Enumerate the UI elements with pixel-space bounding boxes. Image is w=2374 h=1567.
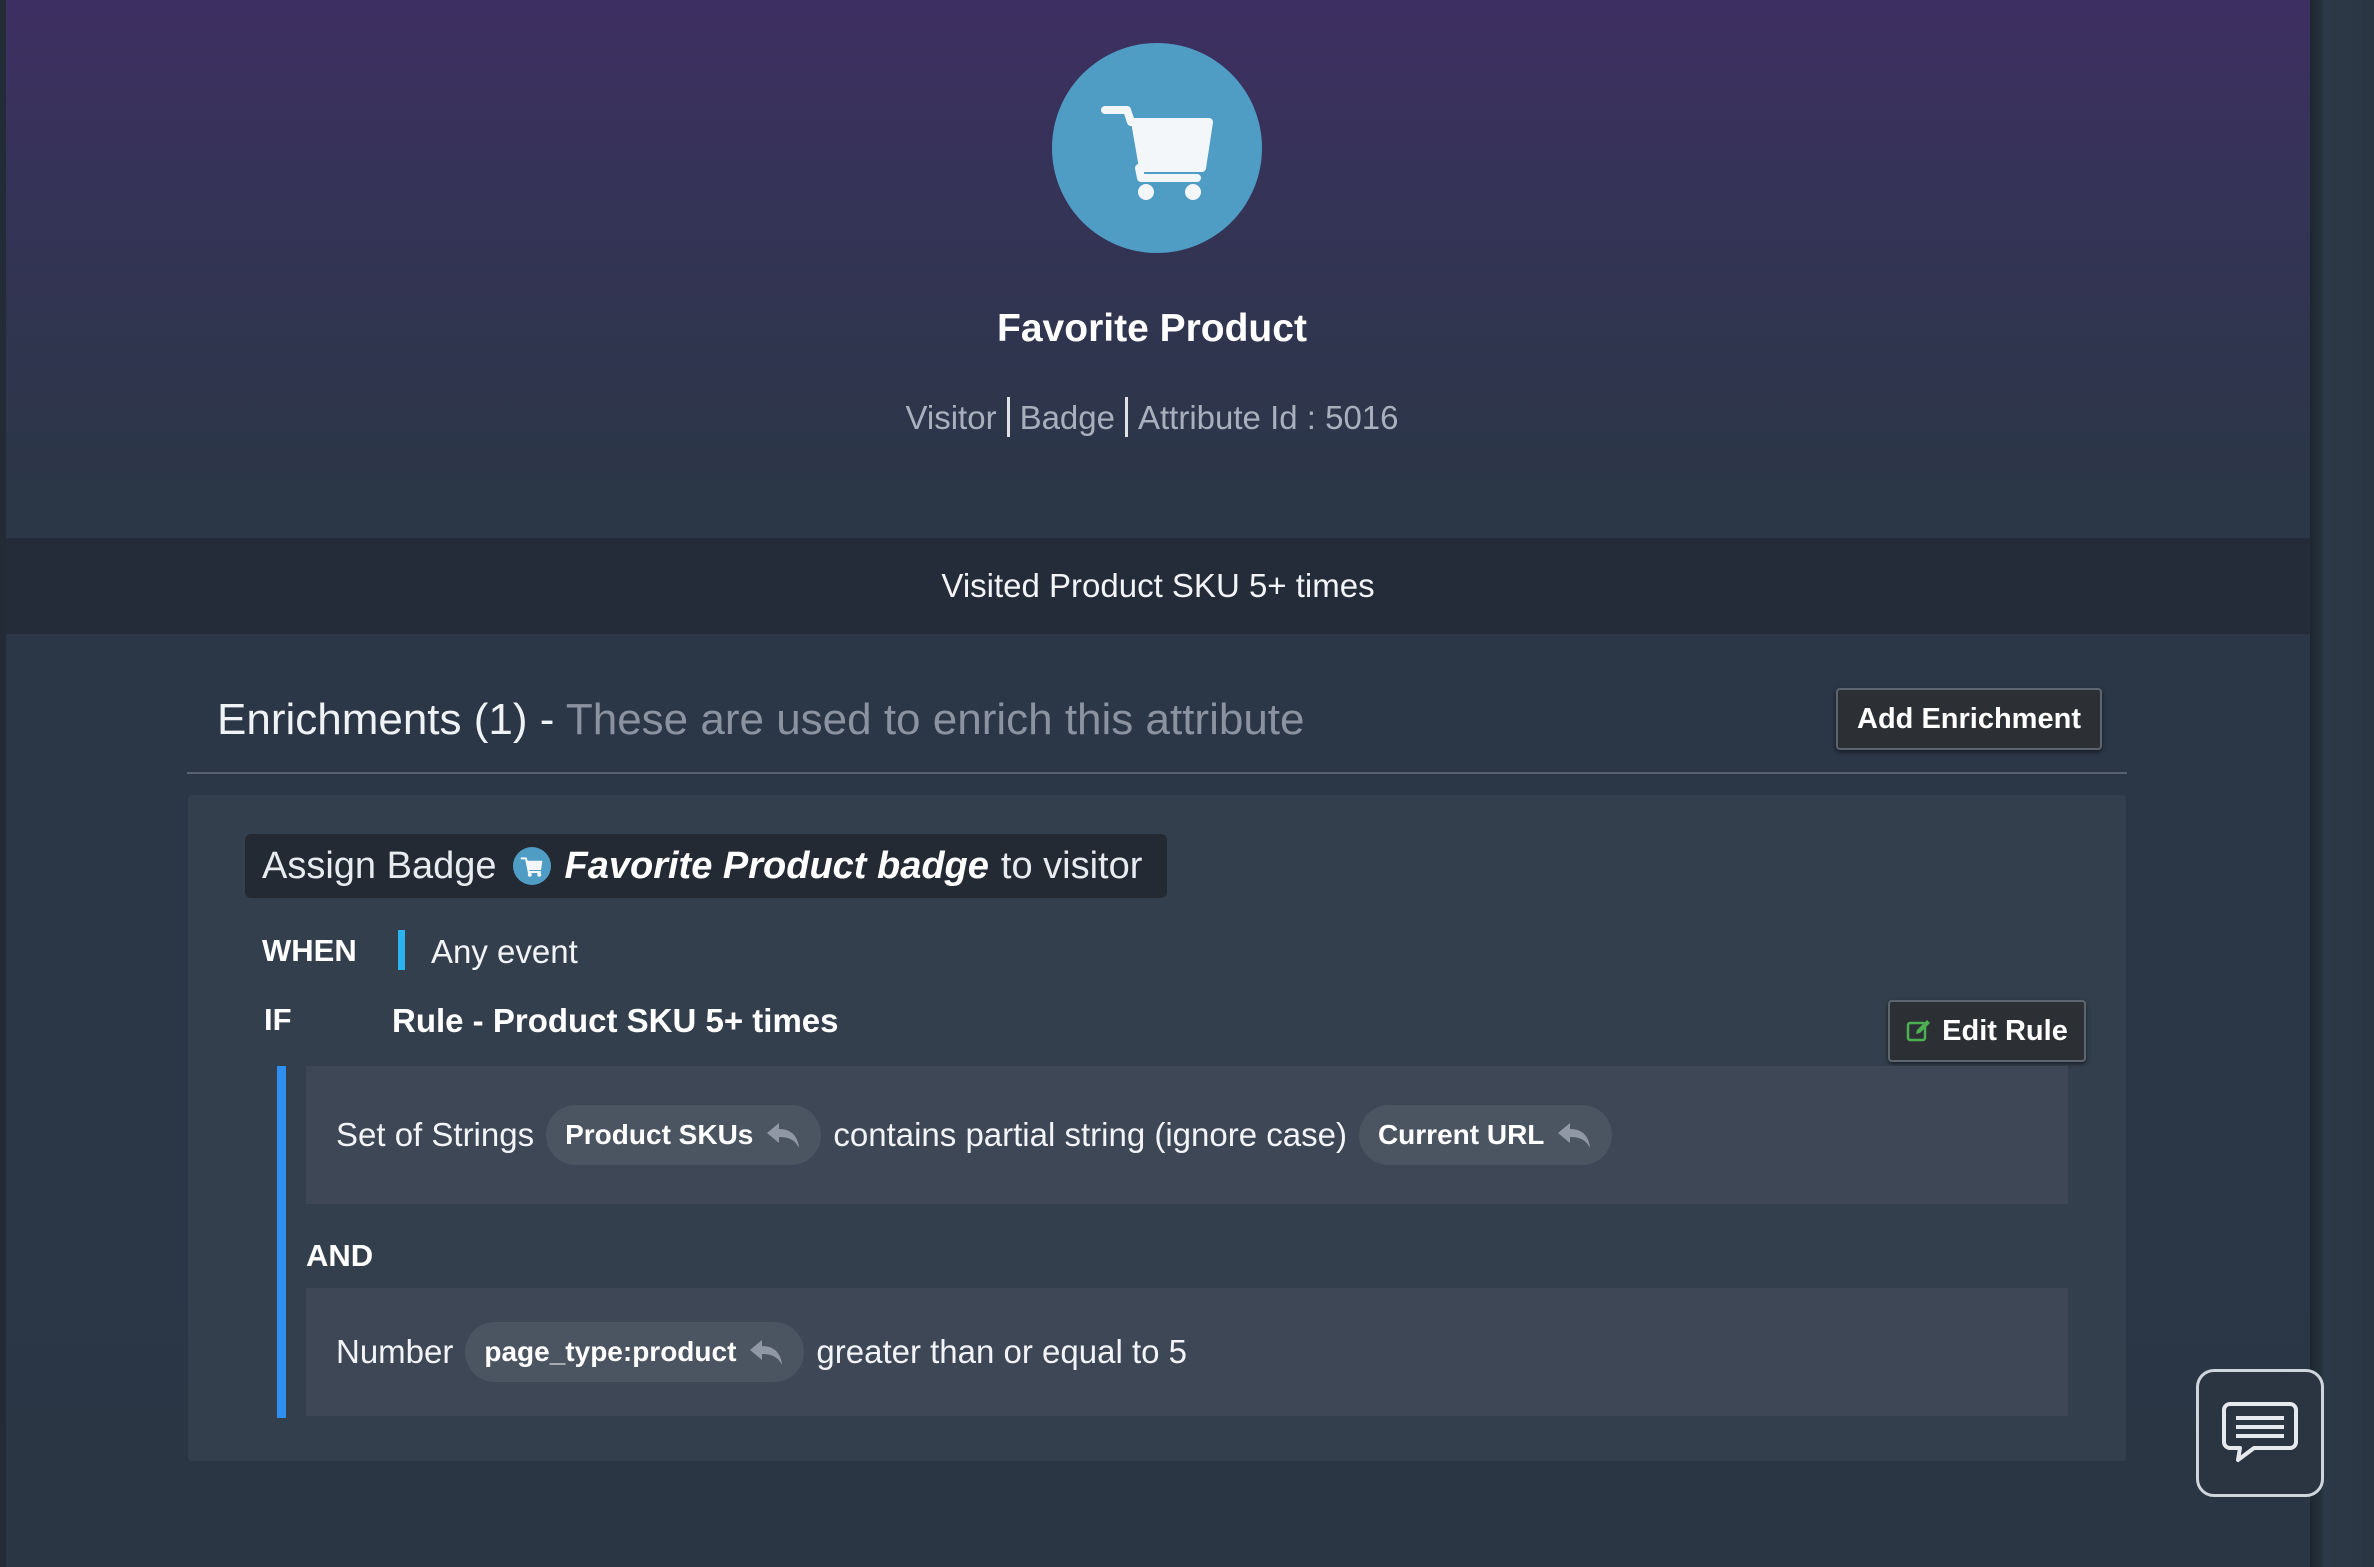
reply-arrow-icon xyxy=(750,1340,783,1365)
attribute-scope: Visitor xyxy=(905,399,997,436)
assign-badge-action: Assign Badge Favorite Product badge to v… xyxy=(245,834,1167,898)
edit-rule-button[interactable]: Edit Rule xyxy=(1888,1000,2086,1062)
if-label: IF xyxy=(264,1002,292,1037)
section-divider xyxy=(187,772,2127,774)
shopping-cart-icon xyxy=(512,847,551,885)
meta-separator xyxy=(1125,397,1128,437)
action-prefix: Assign Badge xyxy=(262,844,497,887)
attribute-kind: Badge xyxy=(1019,399,1115,436)
condition-operator: contains partial string (ignore case) xyxy=(833,1116,1347,1153)
when-value: Any event xyxy=(431,933,578,970)
when-label: WHEN xyxy=(262,933,357,968)
operand-chip[interactable]: Current URL xyxy=(1358,1105,1613,1165)
action-suffix: to visitor xyxy=(1000,844,1143,887)
edit-icon xyxy=(1906,1020,1931,1042)
chip-label: Product SKUs xyxy=(565,1119,754,1150)
condition-row: Set of Strings Product SKUs contains par… xyxy=(306,1066,2068,1204)
badge-name: Favorite Product badge xyxy=(564,844,989,887)
shopping-cart-icon xyxy=(1101,106,1213,200)
attribute-header: Favorite Product Visitor Badge Attribute I… xyxy=(0,0,2304,538)
attribute-badge xyxy=(1052,43,1262,253)
attribute-description: Visited Product SKU 5+ times xyxy=(6,538,2310,634)
condition-row: Number page_type:product greater than or… xyxy=(306,1288,2068,1416)
attribute-meta: Visitor Badge Attribute Id : 5016 xyxy=(0,397,2304,437)
chat-bubble-icon xyxy=(2222,1402,2298,1462)
and-connector: AND xyxy=(306,1238,374,1273)
operand-chip[interactable]: page_type:product xyxy=(465,1322,805,1382)
reply-arrow-icon xyxy=(767,1123,800,1148)
operand-chip[interactable]: Product SKUs xyxy=(546,1105,822,1165)
condition-operator: greater than or equal to 5 xyxy=(816,1333,1187,1370)
add-enrichment-button[interactable]: Add Enrichment xyxy=(1836,688,2102,750)
meta-separator xyxy=(1006,397,1010,437)
conditions-accent-bar xyxy=(277,1066,286,1418)
operand-type: Set of Strings xyxy=(336,1116,535,1153)
attribute-id: Attribute Id : 5016 xyxy=(1138,399,1399,436)
enrichments-heading: Enrichments (1) - These are used to enri… xyxy=(217,695,1305,745)
reply-arrow-icon xyxy=(1558,1123,1591,1148)
attribute-title: Favorite Product xyxy=(997,307,1307,350)
edit-rule-label: Edit Rule xyxy=(1942,1014,2068,1047)
chat-button[interactable] xyxy=(2196,1369,2324,1497)
right-scrollbar-rail[interactable] xyxy=(2310,0,2374,1567)
when-accent-bar xyxy=(398,930,405,970)
enrichments-subtitle: These are used to enrich this attribute xyxy=(565,695,1305,744)
chip-label: Current URL xyxy=(1377,1119,1545,1150)
operand-type: Number xyxy=(336,1333,454,1370)
enrichments-title: Enrichments (1) - xyxy=(217,695,555,744)
rule-name: Rule - Product SKU 5+ times xyxy=(392,1002,839,1039)
chip-label: page_type:product xyxy=(484,1336,737,1367)
